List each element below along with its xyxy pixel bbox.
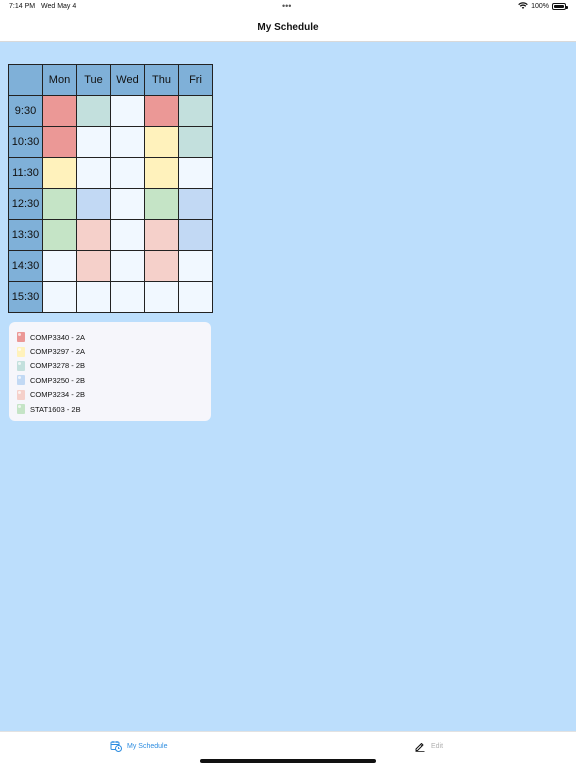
multitasking-dots-icon[interactable]: ••• xyxy=(282,1,291,11)
schedule-cell[interactable] xyxy=(76,95,111,127)
schedule-cell[interactable] xyxy=(144,281,179,313)
schedule-cell[interactable] xyxy=(110,219,145,251)
grid-row: 12:30 xyxy=(8,188,213,220)
schedule-cell[interactable] xyxy=(144,126,179,158)
status-time: 7:14 PM xyxy=(9,3,36,10)
time-label: 9:30 xyxy=(8,95,43,127)
schedule-cell[interactable] xyxy=(42,157,77,189)
day-header: Wed xyxy=(110,64,145,96)
tab-edit[interactable]: Edit xyxy=(414,740,443,752)
legend-item: STAT1603 - 2B xyxy=(17,402,211,416)
schedule-cell[interactable] xyxy=(76,250,111,282)
grid-header-row: Mon Tue Wed Thu Fri xyxy=(8,64,213,96)
grid-row: 9:30 xyxy=(8,95,213,127)
schedule-cell[interactable] xyxy=(144,95,179,127)
schedule-cell[interactable] xyxy=(144,250,179,282)
battery-percent: 100% xyxy=(531,2,549,10)
status-right: 100% xyxy=(518,2,568,10)
main-content: Mon Tue Wed Thu Fri 9:30 10:30 11:30 12:30 13:30 1… xyxy=(0,42,576,731)
grid-row: 11:30 xyxy=(8,157,213,189)
battery-icon xyxy=(552,2,568,10)
schedule-cell[interactable] xyxy=(42,250,77,282)
wifi-icon xyxy=(518,2,528,9)
tab-my-schedule[interactable]: My Schedule xyxy=(110,740,167,752)
time-label: 10:30 xyxy=(8,126,43,158)
legend-item: COMP3340 - 2A xyxy=(17,330,211,344)
home-indicator xyxy=(200,759,376,763)
course-color-icon xyxy=(17,375,25,386)
schedule-cell[interactable] xyxy=(144,157,179,189)
legend-label: COMP3340 - 2A xyxy=(30,332,86,342)
time-label: 15:30 xyxy=(8,281,43,313)
schedule-cell[interactable] xyxy=(42,95,77,127)
schedule-cell[interactable] xyxy=(178,157,213,189)
day-header: Thu xyxy=(144,64,179,96)
time-label: 13:30 xyxy=(8,219,43,251)
schedule-cell[interactable] xyxy=(178,126,213,158)
schedule-cell[interactable] xyxy=(110,95,145,127)
schedule-cell[interactable] xyxy=(144,219,179,251)
day-header: Fri xyxy=(178,64,213,96)
course-color-icon xyxy=(17,389,25,400)
schedule-cell[interactable] xyxy=(76,188,111,220)
schedule-cell[interactable] xyxy=(178,250,213,282)
legend-item: COMP3250 - 2B xyxy=(17,373,211,387)
schedule-cell[interactable] xyxy=(76,126,111,158)
time-label: 14:30 xyxy=(8,250,43,282)
grid-corner xyxy=(8,64,43,96)
grid-row: 14:30 xyxy=(8,250,213,282)
schedule-cell[interactable] xyxy=(110,126,145,158)
grid-row: 15:30 xyxy=(8,281,213,313)
schedule-cell[interactable] xyxy=(42,219,77,251)
legend-label: COMP3234 - 2B xyxy=(30,390,86,400)
legend-label: COMP3278 - 2B xyxy=(30,361,86,371)
tab-my-schedule-label: My Schedule xyxy=(127,742,168,750)
course-color-icon xyxy=(17,346,25,357)
legend-item: COMP3234 - 2B xyxy=(17,388,211,402)
legend-item: COMP3297 - 2A xyxy=(17,344,211,358)
legend-item: COMP3278 - 2B xyxy=(17,359,211,373)
day-header: Tue xyxy=(76,64,111,96)
grid-row: 10:30 xyxy=(8,126,213,158)
navigation-bar: My Schedule xyxy=(0,14,576,42)
course-legend: COMP3340 - 2A COMP3297 - 2A COMP3278 - 2B C… xyxy=(9,322,211,421)
schedule-cell[interactable] xyxy=(178,281,213,313)
pencil-icon xyxy=(415,743,425,752)
schedule-cell[interactable] xyxy=(76,281,111,313)
grid-row: 13:30 xyxy=(8,219,213,251)
course-color-icon xyxy=(17,332,25,343)
schedule-cell[interactable] xyxy=(178,219,213,251)
course-color-icon xyxy=(17,404,25,415)
schedule-grid: Mon Tue Wed Thu Fri 9:30 10:30 11:30 12:30 13:30 1… xyxy=(8,64,213,313)
schedule-cell[interactable] xyxy=(178,95,213,127)
schedule-cell[interactable] xyxy=(76,219,111,251)
status-bar: 7:14 PM Wed May 4 ••• 100% xyxy=(0,0,576,14)
time-label: 11:30 xyxy=(8,157,43,189)
legend-label: STAT1603 - 2B xyxy=(30,404,81,414)
schedule-cell[interactable] xyxy=(110,157,145,189)
schedule-cell[interactable] xyxy=(42,281,77,313)
calendar-clock-icon xyxy=(110,741,122,752)
schedule-cell[interactable] xyxy=(110,281,145,313)
status-date: Wed May 4 xyxy=(41,3,77,10)
legend-label: COMP3250 - 2B xyxy=(30,375,86,385)
tab-edit-label: Edit xyxy=(431,742,444,750)
course-color-icon xyxy=(17,360,25,371)
schedule-cell[interactable] xyxy=(42,126,77,158)
schedule-cell[interactable] xyxy=(144,188,179,220)
time-label: 12:30 xyxy=(8,188,43,220)
page-title: My Schedule xyxy=(257,22,319,33)
schedule-cell[interactable] xyxy=(76,157,111,189)
schedule-cell[interactable] xyxy=(110,250,145,282)
day-header: Mon xyxy=(42,64,77,96)
schedule-cell[interactable] xyxy=(110,188,145,220)
schedule-cell[interactable] xyxy=(178,188,213,220)
legend-label: COMP3297 - 2A xyxy=(30,347,86,357)
schedule-cell[interactable] xyxy=(42,188,77,220)
